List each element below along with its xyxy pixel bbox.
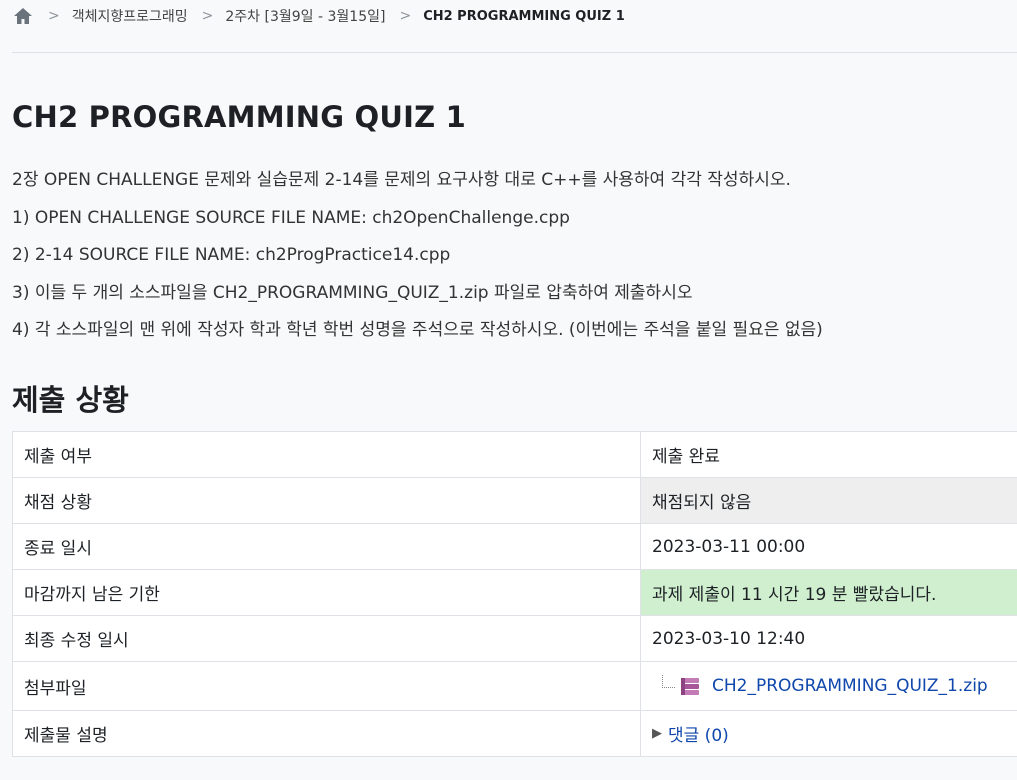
status-label: 마감까지 남은 기한 <box>12 569 641 616</box>
zip-archive-icon <box>681 678 699 695</box>
time-remaining-value: 과제 제출이 11 시간 19 분 빨랐습니다. <box>640 569 1017 616</box>
table-row: 최종 수정 일시 2023-03-10 12:40 <box>12 615 1017 662</box>
intro-line: 4) 각 소스파일의 맨 위에 작성자 학과 학년 학번 성명을 주석으로 작성… <box>12 320 823 340</box>
header-divider <box>12 52 1017 53</box>
status-label: 종료 일시 <box>12 523 641 570</box>
table-row: 제출물 설명 ▶ 댓글 (0) <box>12 710 1017 757</box>
comments-link[interactable]: 댓글 (0) <box>668 721 729 746</box>
breadcrumb-current: CH2 PROGRAMMING QUIZ 1 <box>423 8 625 24</box>
triangle-right-icon: ▶ <box>652 726 662 741</box>
file-tree: CH2_PROGRAMMING_QUIZ_1.zip <box>652 674 1008 697</box>
table-row: 종료 일시 2023-03-11 00:00 <box>12 523 1017 570</box>
table-row: 제출 여부 제출 완료 <box>12 431 1017 478</box>
intro-line: 2장 OPEN CHALLENGE 문제와 실습문제 2-14를 문제의 요구사… <box>12 170 791 190</box>
submission-comments-cell: ▶ 댓글 (0) <box>640 710 1017 757</box>
chevron-right-icon: > <box>399 8 412 24</box>
intro-line: 3) 이들 두 개의 소스파일을 CH2_PROGRAMMING_QUIZ_1.… <box>12 282 693 303</box>
submission-status-table: 제출 여부 제출 완료 채점 상황 채점되지 않음 종료 일시 2023-03-… <box>12 431 1017 757</box>
status-label: 제출 여부 <box>12 431 641 478</box>
intro-line: 1) OPEN CHALLENGE SOURCE FILE NAME: ch2O… <box>12 207 570 228</box>
page-title: CH2 PROGRAMMING QUIZ 1 <box>12 100 467 134</box>
status-label: 채점 상황 <box>12 477 641 524</box>
table-row: 마감까지 남은 기한 과제 제출이 11 시간 19 분 빨랐습니다. <box>12 569 1017 616</box>
file-submission-cell: CH2_PROGRAMMING_QUIZ_1.zip <box>640 661 1017 711</box>
attached-file-link[interactable]: CH2_PROGRAMMING_QUIZ_1.zip <box>712 676 988 696</box>
breadcrumb-course-link[interactable]: 객체지향프로그래밍 <box>72 6 188 26</box>
chevron-right-icon: > <box>48 8 60 24</box>
breadcrumb-week-link[interactable]: 2주차 [3월9일 - 3월15일] <box>225 6 385 26</box>
chevron-right-icon: > <box>201 8 214 24</box>
due-date-value: 2023-03-11 00:00 <box>640 523 1017 570</box>
tree-connector <box>662 674 675 688</box>
breadcrumb: > 객체지향프로그래밍 > 2주차 [3월9일 - 3월15일] > CH2 P… <box>12 0 625 32</box>
status-label: 최종 수정 일시 <box>12 615 641 662</box>
home-icon[interactable] <box>12 6 34 26</box>
submission-status-value: 제출 완료 <box>640 431 1017 478</box>
table-row: 첨부파일 CH2_PROGRAMMING_QUIZ_1.zip <box>12 661 1017 711</box>
status-label: 첨부파일 <box>12 661 641 711</box>
assignment-intro: 2장 OPEN CHALLENGE 문제와 실습문제 2-14를 문제의 요구사… <box>12 168 823 356</box>
submission-status-heading: 제출 상황 <box>12 383 129 417</box>
status-label: 제출물 설명 <box>12 710 641 757</box>
comments-toggle[interactable]: ▶ 댓글 (0) <box>652 721 1008 746</box>
table-row: 채점 상황 채점되지 않음 <box>12 477 1017 524</box>
intro-line: 2) 2-14 SOURCE FILE NAME: ch2ProgPractic… <box>12 245 451 265</box>
last-modified-value: 2023-03-10 12:40 <box>640 615 1017 662</box>
grading-status-value: 채점되지 않음 <box>640 477 1017 524</box>
